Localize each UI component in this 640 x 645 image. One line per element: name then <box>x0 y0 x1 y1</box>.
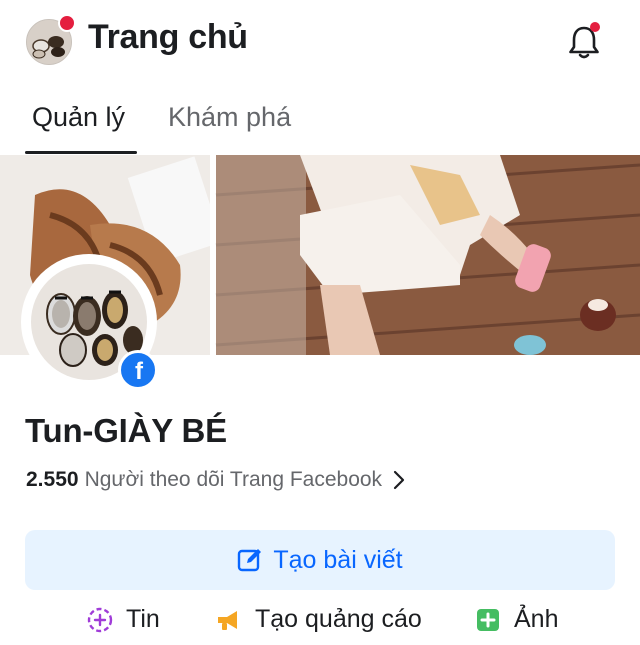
tab-manage[interactable]: Quản lý <box>32 102 125 133</box>
followers-count: 2.550 <box>26 468 79 491</box>
megaphone-icon <box>218 610 237 630</box>
notification-dot <box>590 22 600 32</box>
chevron-right-icon <box>393 470 405 490</box>
photo-add-icon <box>477 608 499 631</box>
photo-button[interactable]: Ảnh <box>474 605 558 634</box>
page-title: Trang chủ <box>88 18 248 56</box>
active-tab-indicator <box>25 151 137 154</box>
tab-bar: Quản lý Khám phá <box>0 96 640 156</box>
notification-dot <box>58 14 76 32</box>
create-ad-button[interactable]: Tạo quảng cáo <box>215 605 422 634</box>
facebook-icon: f <box>118 350 158 390</box>
page-name: Tun-GIÀY BÉ <box>25 412 227 449</box>
story-label: Tin <box>126 605 160 633</box>
followers-link[interactable]: 2.550 Người theo dõi Trang Facebook <box>26 468 406 492</box>
story-plus-icon <box>87 607 113 632</box>
create-post-label: Tạo bài viết <box>273 545 403 574</box>
edit-icon <box>238 549 262 572</box>
photo-label: Ảnh <box>514 605 559 633</box>
top-bar: Trang chủ <box>0 0 640 88</box>
quick-actions: Tin Tạo quảng cáo Ảnh <box>0 605 640 645</box>
story-button[interactable]: Tin <box>86 605 160 634</box>
tab-explore[interactable]: Khám phá <box>168 102 291 133</box>
create-ad-label: Tạo quảng cáo <box>255 605 422 633</box>
followers-label: Người theo dõi Trang Facebook <box>84 468 383 491</box>
create-post-button[interactable]: Tạo bài viết <box>25 530 615 590</box>
